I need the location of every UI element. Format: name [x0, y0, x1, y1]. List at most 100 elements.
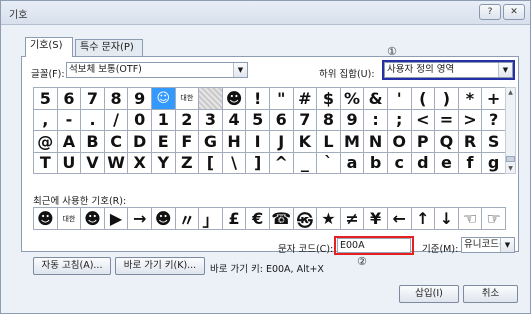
symbol-cell-2-12[interactable]: L	[317, 131, 341, 153]
symbol-cell-1-16[interactable]: <	[411, 109, 436, 131]
insert-button[interactable]: 삽입(I)	[399, 285, 459, 303]
recent-cell-0-16[interactable]: ↑	[411, 208, 436, 230]
symbol-cell-3-10[interactable]: ^	[269, 152, 294, 174]
symbol-cell-3-19[interactable]: g	[482, 152, 506, 174]
symbol-cell-0-3[interactable]: 8	[104, 88, 129, 110]
symbol-cell-1-1[interactable]: -	[57, 109, 82, 131]
symbol-cell-2-2[interactable]: B	[81, 131, 105, 153]
symbol-cell-0-9[interactable]: !	[246, 88, 270, 110]
recent-cell-0-10[interactable]: ☎	[269, 208, 294, 230]
symbol-cell-0-17[interactable]: )	[435, 88, 459, 110]
font-select[interactable]: 석보체 보통(OTF) ▼	[66, 62, 248, 78]
recent-cell-0-18[interactable]: ☜	[458, 208, 483, 230]
symbol-cell-3-0[interactable]: T	[34, 152, 58, 174]
symbol-cell-0-16[interactable]: (	[411, 88, 436, 110]
symbol-cell-0-4[interactable]: 9	[128, 88, 152, 110]
symbol-cell-2-15[interactable]: O	[387, 131, 412, 153]
symbol-cell-3-13[interactable]: a	[340, 152, 365, 174]
symbol-cell-3-14[interactable]: b	[364, 152, 388, 174]
symbol-cell-3-18[interactable]: f	[458, 152, 483, 174]
recent-cell-0-4[interactable]: →	[128, 208, 152, 230]
symbol-cell-0-11[interactable]: #	[293, 88, 318, 110]
recent-cell-0-5[interactable]: ☻	[151, 208, 176, 230]
symbol-cell-2-3[interactable]: C	[104, 131, 129, 153]
symbol-cell-2-5[interactable]: E	[151, 131, 176, 153]
recent-cell-0-15[interactable]: ←	[387, 208, 412, 230]
scroll-up-icon[interactable]: ▲	[506, 88, 515, 98]
symbol-cell-2-13[interactable]: M	[340, 131, 365, 153]
recent-cell-0-14[interactable]: ¥	[364, 208, 388, 230]
recent-cell-0-7[interactable]: 」	[199, 208, 223, 230]
symbol-cell-0-1[interactable]: 6	[57, 88, 82, 110]
symbol-cell-2-0[interactable]: @	[34, 131, 58, 153]
symbol-cell-0-5[interactable]: ☺	[151, 88, 176, 110]
symbol-cell-3-3[interactable]: W	[104, 152, 129, 174]
symbol-cell-1-14[interactable]: :	[364, 109, 388, 131]
recent-cell-0-1[interactable]: 대한	[57, 208, 82, 230]
symbol-cell-3-17[interactable]: e	[435, 152, 459, 174]
symbol-cell-0-14[interactable]: &	[364, 88, 388, 110]
symbol-cell-0-18[interactable]: *	[458, 88, 483, 110]
symbol-cell-1-7[interactable]: 3	[199, 109, 223, 131]
help-button[interactable]: ?	[479, 4, 501, 20]
recent-cell-0-9[interactable]: €	[246, 208, 270, 230]
symbol-cell-3-11[interactable]: _	[293, 152, 318, 174]
symbol-cell-2-4[interactable]: D	[128, 131, 152, 153]
symbol-cell-2-6[interactable]: F	[175, 131, 200, 153]
symbol-cell-0-10[interactable]: "	[269, 88, 294, 110]
tab-symbols[interactable]: 기호(S)	[25, 37, 73, 57]
symbol-grid-scrollbar[interactable]: ▲ ▼	[505, 87, 516, 174]
recent-cell-0-17[interactable]: ↓	[435, 208, 459, 230]
symbol-cell-0-0[interactable]: 5	[34, 88, 58, 110]
symbol-cell-1-11[interactable]: 7	[293, 109, 318, 131]
symbol-cell-1-12[interactable]: 8	[317, 109, 341, 131]
symbol-cell-0-2[interactable]: 7	[81, 88, 105, 110]
symbol-cell-3-8[interactable]: \	[222, 152, 247, 174]
tab-special-chars[interactable]: 특수 문자(P)	[75, 39, 143, 56]
symbol-cell-2-19[interactable]: S	[482, 131, 506, 153]
recent-cell-0-8[interactable]: £	[222, 208, 247, 230]
recent-cell-0-11[interactable]: ㉿	[293, 208, 318, 230]
symbol-cell-2-1[interactable]: A	[57, 131, 82, 153]
symbol-cell-3-7[interactable]: [	[199, 152, 223, 174]
symbol-cell-0-6[interactable]: 대한	[175, 88, 200, 110]
autocorrect-button[interactable]: 자동 고침(A)...	[33, 257, 111, 275]
symbol-cell-2-10[interactable]: J	[269, 131, 294, 153]
symbol-cell-3-9[interactable]: ]	[246, 152, 270, 174]
symbol-cell-3-6[interactable]: Z	[175, 152, 200, 174]
symbol-cell-3-5[interactable]: Y	[151, 152, 176, 174]
symbol-cell-3-16[interactable]: d	[411, 152, 436, 174]
symbol-cell-0-12[interactable]: $	[317, 88, 341, 110]
recent-cell-0-13[interactable]: ≠	[340, 208, 365, 230]
charcode-input[interactable]: E00A	[337, 238, 411, 253]
symbol-cell-3-2[interactable]: V	[81, 152, 105, 174]
symbol-cell-2-14[interactable]: N	[364, 131, 388, 153]
symbol-cell-2-11[interactable]: K	[293, 131, 318, 153]
shortcut-key-button[interactable]: 바로 가기 키(K)...	[115, 257, 205, 275]
recent-cell-0-0[interactable]: ☻	[34, 208, 58, 230]
symbol-cell-0-13[interactable]: %	[340, 88, 365, 110]
symbol-cell-0-8[interactable]: ☻	[222, 88, 247, 110]
symbol-cell-1-2[interactable]: .	[81, 109, 105, 131]
symbol-cell-2-18[interactable]: R	[458, 131, 483, 153]
symbol-cell-0-15[interactable]: '	[387, 88, 412, 110]
symbol-cell-1-6[interactable]: 2	[175, 109, 200, 131]
symbol-cell-1-10[interactable]: 6	[269, 109, 294, 131]
symbol-cell-1-18[interactable]: >	[458, 109, 483, 131]
symbol-cell-0-19[interactable]: +	[482, 88, 506, 110]
recent-cell-0-2[interactable]: ☻	[81, 208, 105, 230]
close-button[interactable]: ✕	[503, 4, 525, 20]
recent-cell-0-12[interactable]: ★	[317, 208, 341, 230]
recent-cell-0-6[interactable]: 〃	[175, 208, 200, 230]
cancel-button[interactable]: 취소	[463, 285, 518, 303]
scroll-thumb[interactable]	[506, 156, 515, 162]
symbol-cell-1-4[interactable]: 0	[128, 109, 152, 131]
symbol-cell-1-5[interactable]: 1	[151, 109, 176, 131]
symbol-cell-1-17[interactable]: =	[435, 109, 459, 131]
recent-cell-0-19[interactable]: ☞	[482, 208, 506, 230]
symbol-cell-1-8[interactable]: 4	[222, 109, 247, 131]
symbol-cell-2-7[interactable]: G	[199, 131, 223, 153]
symbol-cell-0-7[interactable]	[199, 88, 223, 110]
symbol-cell-1-0[interactable]: ,	[34, 109, 58, 131]
symbol-cell-1-15[interactable]: ;	[387, 109, 412, 131]
